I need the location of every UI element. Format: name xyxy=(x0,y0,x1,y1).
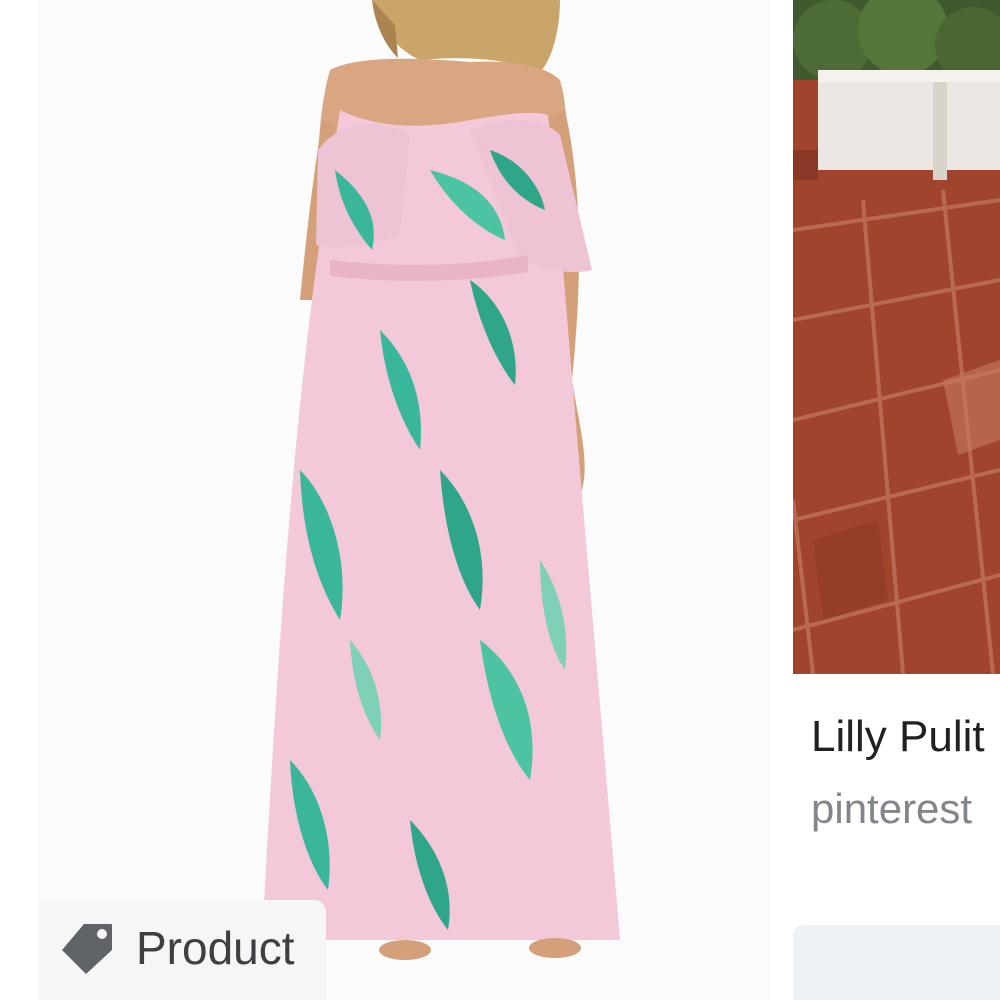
result-source: pinterest xyxy=(811,785,973,832)
patio-image[interactable] xyxy=(793,0,1000,674)
pinterest-result-card[interactable]: Lilly Pulit pinterest xyxy=(793,0,1000,1000)
dress-product-image[interactable] xyxy=(0,0,770,1000)
product-badge-label: Product xyxy=(136,922,295,974)
result-title[interactable]: Lilly Pulit xyxy=(811,712,985,762)
product-result-card[interactable]: Product xyxy=(0,0,770,1000)
next-result-card[interactable] xyxy=(793,925,1000,1000)
tag-icon xyxy=(62,924,112,974)
